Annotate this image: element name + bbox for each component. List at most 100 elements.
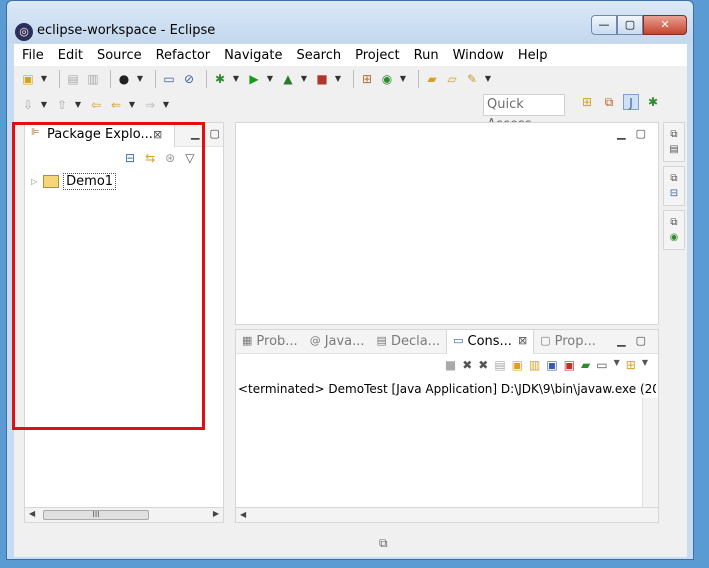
save-icon[interactable]: ▤ (65, 71, 81, 87)
menu-refactor[interactable]: Refactor (156, 48, 211, 63)
open-console-icon[interactable]: ⊞ (626, 358, 636, 372)
view-menu-icon[interactable]: ▽ (185, 151, 194, 165)
restore-icon[interactable]: ⧉ (670, 129, 677, 140)
console-view-icon[interactable]: ▭ (161, 71, 177, 87)
outline-icon[interactable]: ⊟ (670, 188, 678, 199)
clear-console-icon[interactable]: ▤ (494, 358, 505, 372)
menu-edit[interactable]: Edit (58, 48, 83, 63)
close-icon[interactable]: ⊠ (518, 334, 527, 354)
task-list-icon[interactable]: ▤ (669, 144, 678, 155)
tree-item-demo1[interactable]: ▷ Demo1 (31, 173, 117, 190)
package-explorer-tab[interactable]: ⊫ Package Explo... ⊠ (25, 123, 175, 147)
minimize-editor-icon[interactable]: ▁ (617, 127, 625, 140)
menu-search[interactable]: Search (296, 48, 341, 63)
package-explorer-hscrollbar[interactable]: ◀ III ▶ (24, 507, 224, 523)
maximize-view-icon[interactable]: ▢ (636, 334, 646, 347)
show-on-stdout-icon[interactable]: ▣ (546, 358, 557, 372)
java-perspective-icon[interactable]: J (623, 94, 639, 110)
tab-problems[interactable]: ▦ Prob... (236, 330, 304, 354)
minimize-view-icon[interactable]: ▁ (617, 334, 625, 347)
new-icon[interactable]: ▣ (20, 71, 36, 87)
new-java-package-icon[interactable]: ⊞ (359, 71, 375, 87)
debug-icon[interactable]: ✱ (212, 71, 228, 87)
coverage-icon[interactable]: ▲ (280, 71, 296, 87)
tab-javadoc[interactable]: @ Java... (304, 330, 371, 354)
new-class-dropdown-icon[interactable]: ▼ (399, 71, 407, 87)
tab-properties[interactable]: ▢ Prop... (534, 330, 602, 354)
menu-project[interactable]: Project (355, 48, 399, 63)
open-task-icon[interactable]: ▱ (444, 71, 460, 87)
terminate-icon[interactable]: ■ (445, 358, 456, 372)
previous-annotation-icon[interactable]: ⇧ (54, 97, 70, 113)
run-dropdown-icon[interactable]: ▼ (266, 71, 274, 87)
collapse-all-icon[interactable]: ⊟ (125, 151, 135, 165)
console-vscrollbar[interactable] (642, 398, 658, 518)
search-icon[interactable]: ✎ (464, 71, 480, 87)
forward-icon[interactable]: ⇒ (142, 97, 158, 113)
java-ee-perspective-icon[interactable]: ⧉ (601, 94, 617, 110)
menu-help[interactable]: Help (518, 48, 548, 63)
maximize-button[interactable]: ▢ (617, 15, 643, 35)
menu-window[interactable]: Window (453, 48, 504, 63)
back-icon[interactable]: ⇐ (108, 97, 124, 113)
search-dropdown-icon[interactable]: ▼ (484, 71, 492, 87)
save-all-icon[interactable]: ▥ (85, 71, 101, 87)
close-icon[interactable]: ⊠ (153, 128, 162, 141)
minimize-button[interactable]: — (591, 15, 617, 35)
forward-dropdown-icon[interactable]: ▼ (162, 97, 170, 113)
display-console-dropdown-icon[interactable]: ▼ (614, 358, 620, 372)
account-dropdown-icon[interactable]: ▼ (136, 71, 144, 87)
menu-run[interactable]: Run (414, 48, 439, 63)
restore-icon[interactable]: ⧉ (670, 173, 677, 184)
debug-dropdown-icon[interactable]: ▼ (232, 71, 240, 87)
open-perspective-icon[interactable]: ⊞ (579, 94, 595, 110)
palette-icon[interactable]: ◉ (670, 232, 679, 243)
next-annotation-icon[interactable]: ⇩ (20, 97, 36, 113)
menu-navigate[interactable]: Navigate (224, 48, 282, 63)
external-tools-dropdown-icon[interactable]: ▼ (334, 71, 342, 87)
new-java-class-icon[interactable]: ◉ (379, 71, 395, 87)
status-trim-icon[interactable]: ⧉ (379, 536, 388, 551)
new-dropdown-icon[interactable]: ▼ (40, 71, 48, 87)
maximize-view-icon[interactable]: ▢ (209, 127, 219, 140)
scroll-left-icon[interactable]: ◀ (240, 510, 246, 519)
tab-console[interactable]: ▭ Cons... ⊠ (446, 330, 535, 354)
skip-breakpoints-icon[interactable]: ⊘ (181, 71, 197, 87)
console-hscrollbar[interactable]: ◀ (235, 507, 659, 523)
menu-source[interactable]: Source (97, 48, 142, 63)
restore-icon[interactable]: ⧉ (670, 217, 677, 228)
quick-access-field[interactable]: Quick Access (483, 94, 565, 132)
tab-declaration[interactable]: ▤ Decla... (371, 330, 447, 354)
minimize-view-icon[interactable]: ▁ (191, 127, 199, 140)
next-annotation-dropdown-icon[interactable]: ▼ (40, 97, 48, 113)
scroll-right-icon[interactable]: ▶ (213, 509, 219, 518)
scroll-thumb[interactable]: III (43, 510, 149, 520)
remove-all-terminated-icon[interactable]: ✖ (478, 358, 488, 372)
focus-on-working-set-icon[interactable]: ⊛ (165, 151, 175, 165)
coverage-dropdown-icon[interactable]: ▼ (300, 71, 308, 87)
debug-perspective-icon[interactable]: ✱ (645, 94, 661, 110)
scroll-lock-icon[interactable]: ▣ (512, 358, 523, 372)
remove-launch-icon[interactable]: ✖ (462, 358, 472, 372)
title-bar[interactable]: ◎ eclipse-workspace - Eclipse — ▢ ✕ (7, 1, 693, 43)
open-console-dropdown-icon[interactable]: ▼ (642, 358, 648, 372)
run-icon[interactable]: ▶ (246, 71, 262, 87)
link-with-editor-icon[interactable]: ⇆ (145, 151, 155, 165)
display-selected-console-icon[interactable]: ▭ (596, 358, 607, 372)
open-type-icon[interactable]: ▰ (424, 71, 440, 87)
show-on-stderr-icon[interactable]: ▣ (564, 358, 575, 372)
external-tools-icon[interactable]: ■ (314, 71, 330, 87)
maximize-editor-icon[interactable]: ▢ (636, 127, 646, 140)
close-button[interactable]: ✕ (643, 15, 687, 35)
scroll-left-icon[interactable]: ◀ (29, 509, 35, 518)
pin-console-icon[interactable]: ▰ (581, 358, 590, 372)
previous-annotation-dropdown-icon[interactable]: ▼ (74, 97, 82, 113)
word-wrap-icon[interactable]: ▥ (529, 358, 540, 372)
menu-file[interactable]: File (22, 48, 44, 63)
back-dropdown-icon[interactable]: ▼ (128, 97, 136, 113)
console-output[interactable]: <terminated> DemoTest [Java Application]… (238, 382, 656, 396)
expand-arrow-icon[interactable]: ▷ (31, 177, 37, 186)
account-icon[interactable]: ● (116, 71, 132, 87)
last-edit-location-icon[interactable]: ⇦ (88, 97, 104, 113)
editor-area[interactable]: ▁ ▢ (235, 122, 659, 325)
